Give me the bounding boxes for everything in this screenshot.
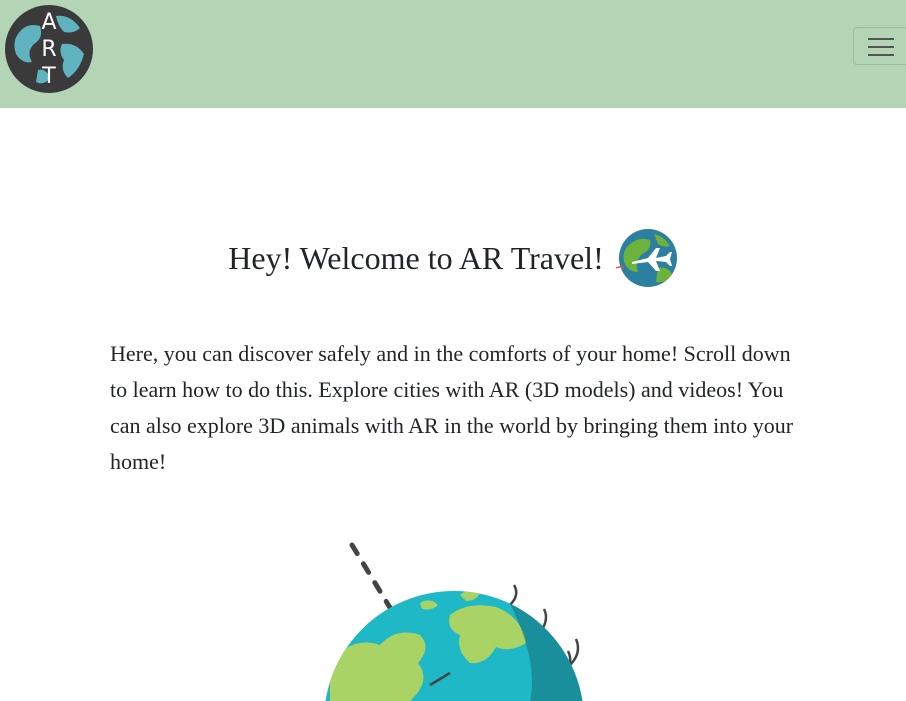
welcome-section: Hey! Welcome to AR Travel!: [0, 228, 906, 288]
logo-letter-a: A: [41, 10, 56, 35]
menu-toggle-button[interactable]: [853, 27, 906, 65]
logo-letter-r: R: [41, 37, 56, 62]
hamburger-menu-icon: [868, 38, 894, 56]
page-title: Hey! Welcome to AR Travel!: [228, 240, 604, 276]
navbar: A R T: [0, 0, 906, 108]
site-logo[interactable]: A R T: [4, 4, 94, 94]
intro-paragraph: Here, you can discover safely and in the…: [110, 341, 794, 474]
earth-satellite-illustration: [324, 542, 584, 701]
logo-letter-t: T: [41, 64, 56, 89]
globe-airplane-icon: [615, 229, 677, 287]
